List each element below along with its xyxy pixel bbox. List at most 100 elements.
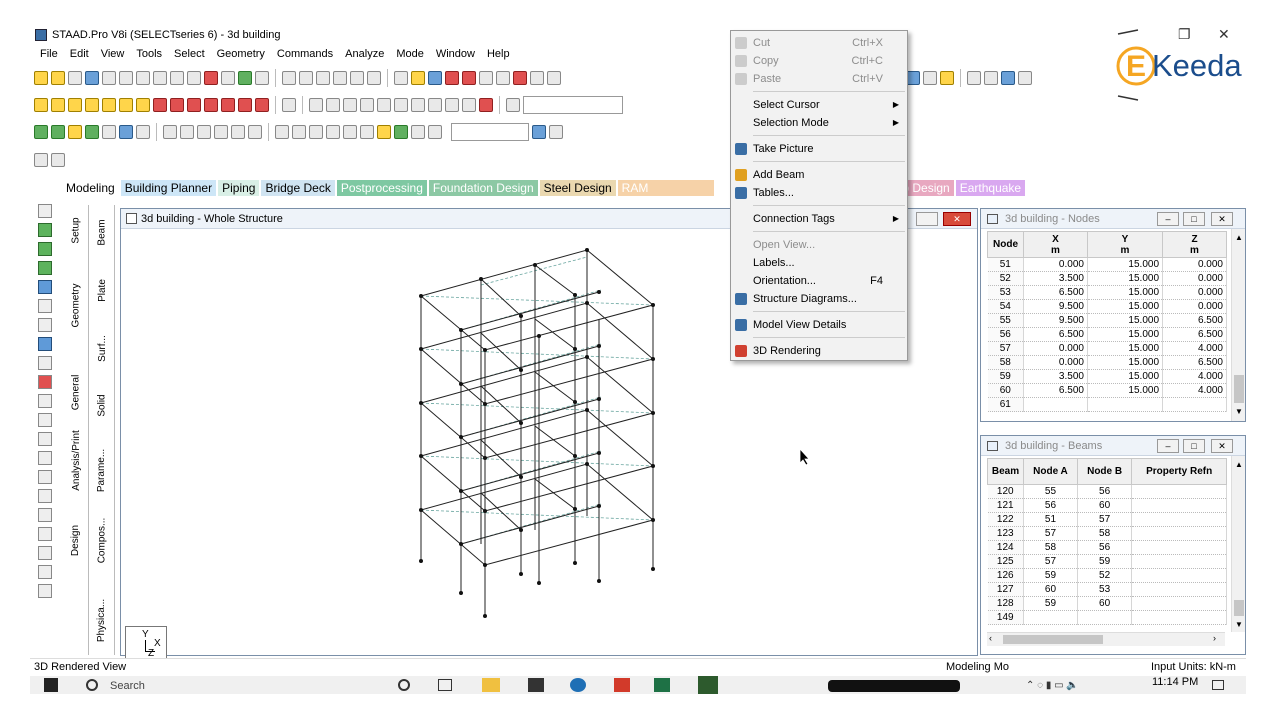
merge-icon[interactable] [428,125,442,139]
node-id-cell[interactable]: 57 [987,341,1024,356]
property-cell[interactable] [1131,484,1227,499]
camera-icon[interactable] [333,71,347,85]
excel-icon[interactable] [654,678,670,692]
spin-right-icon[interactable] [238,98,252,112]
coord-cell[interactable]: 9.500 [1023,313,1088,328]
display-icon[interactable] [282,98,296,112]
staad-taskbar-icon[interactable] [698,676,718,694]
snap-beam-icon[interactable] [51,153,65,167]
node-b-cell[interactable]: 60 [1077,498,1133,513]
windows-start-icon[interactable] [44,678,58,692]
menu-select[interactable]: Select [168,47,211,65]
coord-cell[interactable]: 3.500 [1023,271,1088,286]
report-icon[interactable] [299,71,313,85]
list-icon[interactable] [38,451,52,465]
building-icon[interactable] [411,71,425,85]
system-tray-icons[interactable]: ⌃ ◌ ▮ ▭ 🔈 [1026,680,1079,691]
dimension-2-icon[interactable] [462,71,476,85]
beam-id-cell[interactable]: 149 [987,610,1024,625]
building-2-icon[interactable] [428,71,442,85]
table-row[interactable]: 122 51 57 [987,512,1227,527]
magnify-icon[interactable] [462,98,476,112]
context-menu-item-3d-rendering[interactable]: 3D Rendering [731,342,907,360]
open-folder-icon[interactable] [68,71,82,85]
node-b-cell[interactable]: 56 [1077,540,1133,555]
beam-id-cell[interactable]: 127 [987,582,1024,597]
picture-icon[interactable] [316,71,330,85]
beams-window-titlebar[interactable]: 3d building - Beams – □ ✕ [981,436,1245,456]
property-cell[interactable] [1131,568,1227,583]
coord-cell[interactable]: 15.000 [1087,257,1164,272]
menu-help[interactable]: Help [481,47,516,65]
dimension-view-icon[interactable] [38,432,52,446]
property-cell[interactable] [1131,596,1227,611]
monitor-icon[interactable] [532,125,546,139]
node-b-cell[interactable]: 60 [1077,596,1133,611]
label-icon[interactable] [906,71,920,85]
cortana-icon[interactable] [398,679,410,691]
beam-id-cell[interactable]: 120 [987,484,1024,499]
select-parallel-icon[interactable] [38,299,52,313]
structure-icon[interactable] [238,71,252,85]
node-a-cell[interactable]: 59 [1023,596,1078,611]
node-a-cell[interactable]: 57 [1023,554,1078,569]
tab-steel-design[interactable]: Steel Design [539,180,616,196]
coord-cell[interactable]: 6.500 [1023,383,1088,398]
query-icon[interactable] [506,98,520,112]
vtab-physical[interactable]: Physica... [89,590,115,650]
table-row[interactable]: 56 6.500 15.000 6.500 [987,327,1227,342]
table-row[interactable]: 58 0.000 15.000 6.500 [987,355,1227,370]
node-id-cell[interactable]: 52 [987,271,1024,286]
new-view-icon[interactable] [428,98,442,112]
coord-cell[interactable]: 0.000 [1162,285,1227,300]
node-b-cell[interactable]: 59 [1077,554,1133,569]
beam-id-cell[interactable]: 124 [987,540,1024,555]
beam-id-cell[interactable]: 128 [987,596,1024,611]
coord-cell[interactable]: 4.000 [1162,369,1227,384]
coord-cell[interactable]: 15.000 [1087,341,1164,356]
node-b-cell[interactable]: 52 [1077,568,1133,583]
coord-cell[interactable]: 0.000 [1023,257,1088,272]
snap-grid-icon[interactable] [163,125,177,139]
coord-cell[interactable]: 6.500 [1162,327,1227,342]
context-menu-item-take-picture[interactable]: Take Picture [731,140,907,158]
coord-cell[interactable]: 6.500 [1162,313,1227,328]
solid-cursor-icon[interactable] [85,125,99,139]
node-b-cell[interactable]: 56 [1077,484,1133,499]
menu-edit[interactable]: Edit [64,47,95,65]
rotate-view-icon[interactable] [38,413,52,427]
section-icon[interactable] [967,71,981,85]
context-menu-item-add-beam[interactable]: Add Beam [731,166,907,184]
delete-icon[interactable] [153,71,167,85]
i-section-icon[interactable] [1001,71,1015,85]
context-menu-item-select-cursor[interactable]: Select Cursor ▶ [731,96,907,114]
table-row[interactable]: 124 58 56 [987,540,1227,555]
task-view-icon[interactable] [438,679,452,691]
file-explorer-icon[interactable] [482,678,500,692]
view-right-icon[interactable] [85,98,99,112]
coord-cell[interactable]: 15.000 [1087,383,1164,398]
context-menu-item-selection-mode[interactable]: Selection Mode ▶ [731,114,907,132]
table-row[interactable]: 60 6.500 15.000 4.000 [987,383,1227,398]
coord-cell[interactable]: 4.000 [1162,383,1227,398]
table-row[interactable]: 123 57 58 [987,526,1227,541]
select-surface-icon[interactable] [38,337,52,351]
translational-repeat-icon[interactable] [275,125,289,139]
beam-cursor-icon[interactable] [34,125,48,139]
page-icon[interactable] [394,71,408,85]
node-a-cell[interactable]: 56 [1023,498,1078,513]
tab-piping[interactable]: Piping [218,180,260,196]
property-cell[interactable] [1131,554,1227,569]
zoom-in-icon[interactable] [343,98,357,112]
vtab-parameters[interactable]: Parame... [89,445,115,495]
vtab-plate[interactable]: Plate [89,265,115,315]
zoom-out-icon[interactable] [360,98,374,112]
maximize-button[interactable]: □ [1183,439,1205,453]
node-a-cell[interactable]: 55 [1023,484,1078,499]
table-row[interactable]: 55 9.500 15.000 6.500 [987,313,1227,328]
print-setup-icon[interactable] [350,71,364,85]
save-icon[interactable] [85,71,99,85]
view-manager-icon[interactable] [445,98,459,112]
menu-geometry[interactable]: Geometry [211,47,271,65]
export-icon[interactable] [367,71,381,85]
